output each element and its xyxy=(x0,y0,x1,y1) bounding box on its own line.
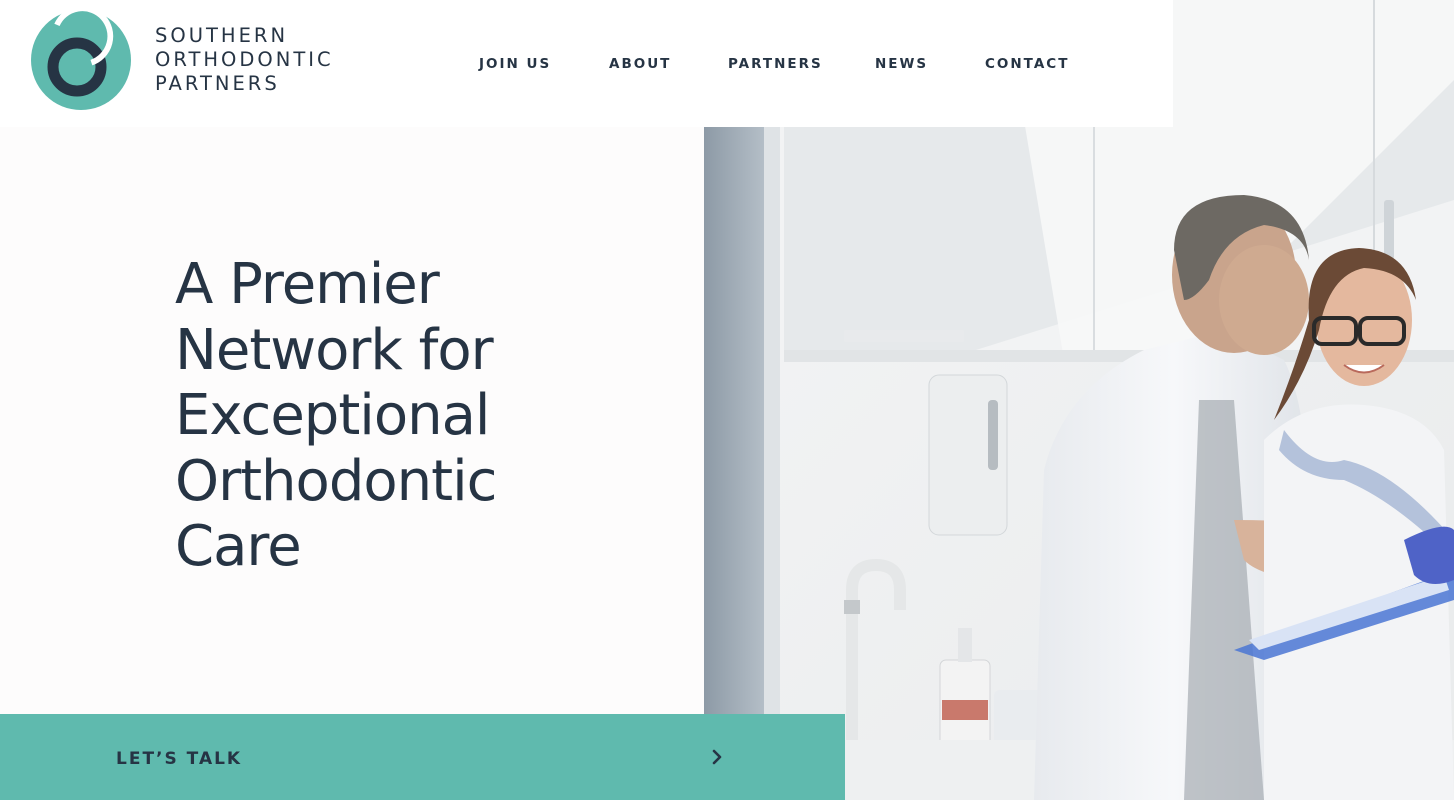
nav-about[interactable]: ABOUT xyxy=(609,55,671,73)
headline-line-3: Exceptional xyxy=(175,383,490,448)
main-nav: JOIN US ABOUT PARTNERS NEWS CONTACT xyxy=(0,55,1173,75)
nav-partners[interactable]: PARTNERS xyxy=(728,55,823,73)
headline-line-2: Network for xyxy=(175,317,494,383)
headline-line-1: A Premier xyxy=(175,252,440,317)
brand-line-1: SOUTHERN xyxy=(155,24,289,47)
lets-talk-label: LET’S TALK xyxy=(116,749,243,769)
nav-contact[interactable]: CONTACT xyxy=(985,55,1069,73)
brand-line-3: PARTNERS xyxy=(155,72,280,95)
chevron-right-icon[interactable] xyxy=(709,747,725,767)
nav-join-us[interactable]: JOIN US xyxy=(479,55,551,73)
hero-headline: A Premier Network for Exceptional Orthod… xyxy=(175,252,605,580)
headline-line-5: Care xyxy=(175,514,302,579)
headline-line-4: Orthodontic xyxy=(175,448,497,514)
site-header: SOUTHERN ORTHODONTIC PARTNERS JOIN US AB… xyxy=(0,0,1173,127)
nav-news[interactable]: NEWS xyxy=(875,55,928,73)
